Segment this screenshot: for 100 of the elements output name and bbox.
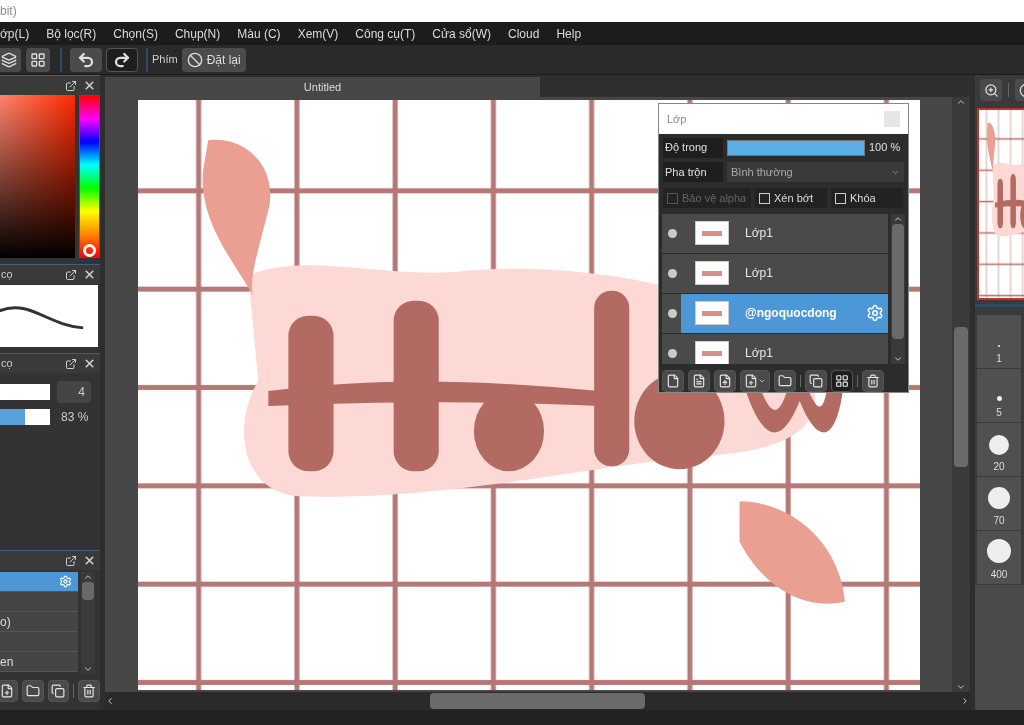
zoom-in-button[interactable] — [980, 79, 1002, 101]
new-layer-button[interactable] — [714, 370, 736, 392]
shortcut-label: Phím — [152, 52, 178, 68]
popout-icon[interactable] — [65, 79, 77, 92]
gear-icon[interactable] — [866, 304, 884, 323]
size-value: 4 — [57, 381, 91, 403]
add-layer-menu-button[interactable] — [740, 370, 770, 392]
duplicate-button[interactable] — [47, 680, 70, 702]
document-tab[interactable]: Untitled — [105, 77, 540, 97]
undo-icon — [77, 50, 95, 69]
layer-name: @ngoquocdong — [745, 305, 837, 323]
trash-icon — [82, 684, 97, 698]
layer-name: Lớp1 — [745, 345, 773, 363]
undo-button[interactable] — [70, 47, 102, 72]
scroll-thumb[interactable] — [892, 224, 904, 339]
scroll-right-icon[interactable] — [960, 696, 970, 706]
popout-icon[interactable] — [65, 268, 77, 281]
menu-item[interactable]: Cloud — [508, 24, 540, 43]
gear-icon[interactable] — [59, 575, 72, 588]
horizontal-scrollbar[interactable] — [105, 692, 970, 710]
file-plus-icon — [0, 684, 14, 698]
new-layer-button[interactable] — [662, 370, 684, 392]
scroll-down-icon[interactable] — [956, 682, 966, 692]
scroll-thumb[interactable] — [82, 582, 94, 600]
opacity-reading: 83 % — [61, 409, 89, 426]
panel-title: cọ — [1, 267, 13, 283]
brush-size-item[interactable]: 5 — [977, 369, 1021, 423]
popout-icon[interactable] — [65, 357, 77, 370]
trash-icon — [866, 374, 880, 388]
scroll-up-icon[interactable] — [956, 97, 966, 107]
grid-icon — [30, 51, 46, 68]
layer-row[interactable]: en — [0, 652, 78, 672]
file-text-icon — [692, 374, 706, 388]
layer-thumbnail — [695, 301, 729, 326]
opacity-reading: 100 % — [869, 140, 901, 156]
window-title: Lớp — [667, 111, 687, 127]
scroll-up-icon[interactable] — [83, 572, 93, 582]
layer-thumbnail — [695, 341, 729, 364]
layer-thumbnail — [695, 261, 729, 286]
opacity-label: Độ trong — [663, 137, 723, 158]
close-icon[interactable] — [83, 79, 96, 92]
layer-thumbnail — [695, 221, 729, 246]
redo-icon — [113, 50, 131, 69]
scroll-thumb[interactable] — [430, 693, 645, 709]
brush-size-item[interactable]: 1 — [977, 315, 1021, 369]
brush-size-item[interactable]: 70 — [977, 477, 1021, 531]
scroll-up-icon[interactable] — [893, 214, 903, 224]
reset-button[interactable]: Đặt lại — [181, 47, 246, 72]
file-plus-icon — [744, 374, 758, 388]
delete-button[interactable] — [78, 680, 100, 702]
copy-icon — [809, 374, 823, 388]
folder-icon — [778, 374, 792, 388]
grid-button[interactable] — [26, 47, 50, 72]
brush-size-item[interactable]: 400 — [977, 531, 1021, 585]
layers-button[interactable] — [0, 47, 21, 72]
prohibited-icon — [186, 51, 203, 68]
scroll-left-icon[interactable] — [105, 696, 115, 706]
menu-item[interactable]: Xem(V) — [297, 24, 339, 43]
file-icon — [666, 374, 680, 388]
folder-button[interactable] — [774, 370, 796, 392]
option-checkbox[interactable]: Khóa — [831, 188, 903, 209]
file-up-icon — [718, 374, 732, 388]
window-title: bit) — [0, 3, 17, 20]
layer-name: o) — [0, 613, 11, 631]
duplicate-button[interactable] — [805, 370, 827, 392]
layer-name: en — [0, 653, 14, 671]
blend-dropdown[interactable]: Bình thường — [727, 162, 904, 183]
scrollbar[interactable] — [952, 97, 970, 692]
menu-item[interactable]: Chụp(N) — [174, 24, 221, 43]
menu-item[interactable]: Bộ lọc(R) — [46, 24, 97, 43]
new-layer-button[interactable] — [0, 680, 18, 702]
scroll-down-icon[interactable] — [83, 664, 93, 674]
redo-button[interactable] — [106, 47, 138, 72]
close-icon[interactable] — [83, 357, 96, 370]
menu-item[interactable]: Chọn(S) — [113, 24, 158, 43]
popout-icon[interactable] — [65, 554, 77, 567]
brush-size-item[interactable]: 20 — [977, 423, 1021, 477]
scroll-thumb[interactable] — [954, 327, 968, 467]
merge-button[interactable] — [831, 370, 853, 392]
copy-icon — [51, 684, 66, 698]
menu-item[interactable]: Công cụ(T) — [355, 24, 416, 43]
menu-item[interactable]: Màu (C) — [237, 24, 281, 43]
folder-icon — [25, 684, 40, 698]
new-layer-button[interactable] — [688, 370, 710, 392]
menu-item[interactable]: Help — [556, 24, 582, 43]
folder-button[interactable] — [21, 680, 44, 702]
panel-title: cọ — [1, 356, 13, 372]
scrollbar[interactable] — [891, 214, 905, 364]
option-checkbox[interactable]: Xén bớt — [755, 188, 827, 209]
menu-item[interactable]: Cửa sổ(W) — [432, 24, 492, 43]
layer-name: Lớp1 — [745, 265, 773, 283]
close-icon[interactable] — [83, 268, 96, 281]
scroll-down-icon[interactable] — [893, 354, 903, 364]
layer-name: Lớp1 — [745, 225, 773, 243]
grid-icon — [835, 374, 849, 388]
layer-row[interactable]: o) — [0, 612, 78, 632]
menu-item[interactable]: ớp(L) — [0, 24, 30, 43]
close-icon[interactable] — [83, 554, 96, 567]
scrollbar[interactable] — [81, 572, 95, 674]
delete-button[interactable] — [862, 370, 884, 392]
